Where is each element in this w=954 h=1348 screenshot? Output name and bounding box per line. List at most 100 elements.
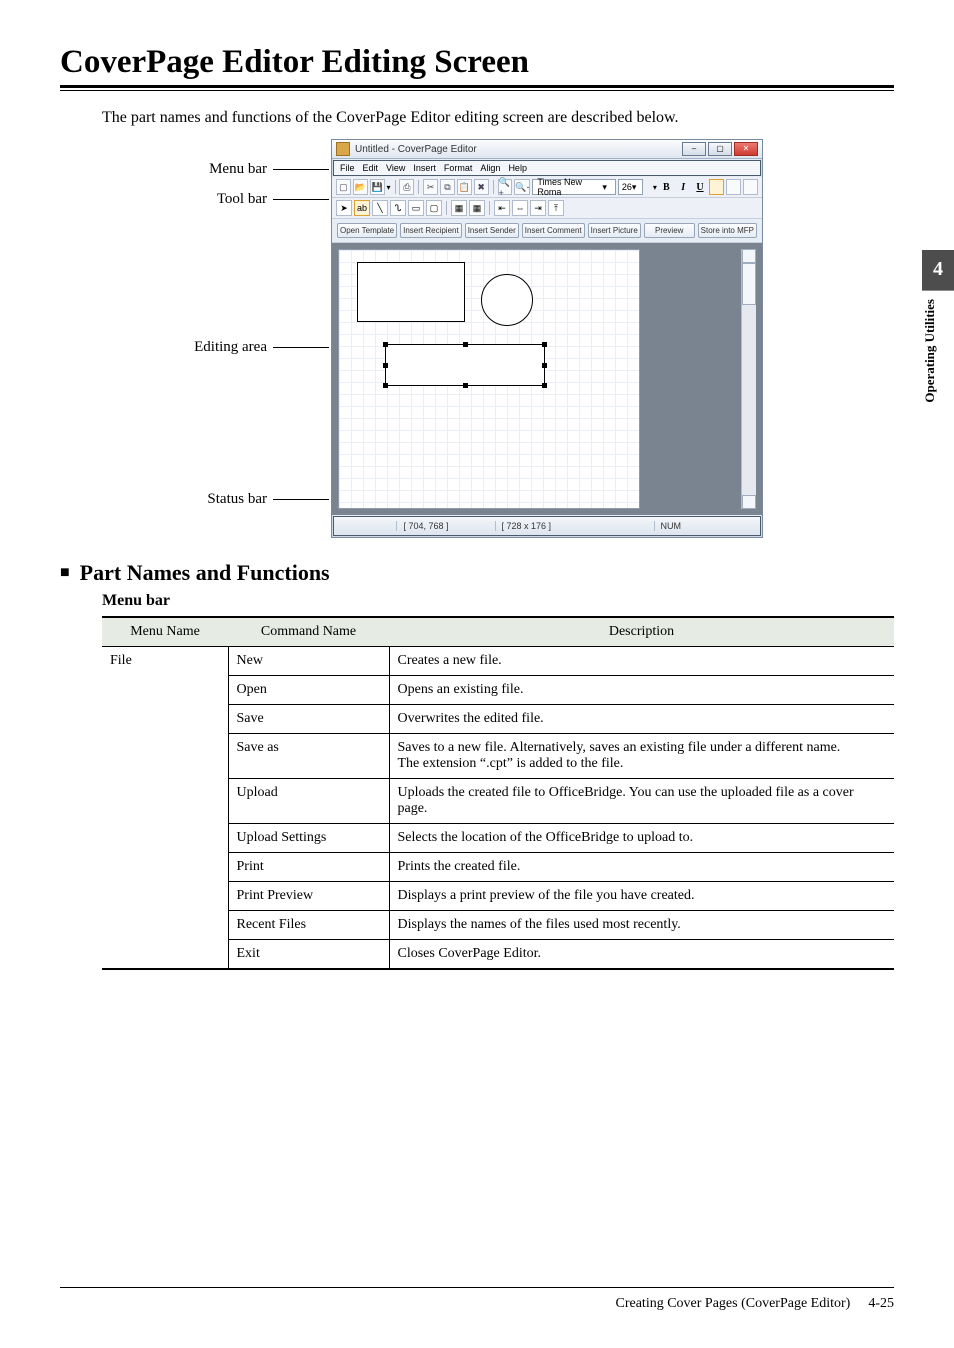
bring-front-icon[interactable]: ▦ [451, 200, 467, 216]
italic-button[interactable]: I [676, 179, 691, 195]
print-icon[interactable]: ⎙ [399, 179, 414, 195]
minimize-button[interactable]: – [682, 142, 706, 156]
insert-recipient-button[interactable]: Insert Recipient [400, 223, 462, 238]
cmd-save-as: Save as [228, 734, 389, 779]
insert-picture-button[interactable]: Insert Picture [588, 223, 641, 238]
open-template-button[interactable]: Open Template [337, 223, 397, 238]
menu-view[interactable]: View [386, 163, 405, 173]
label-editing-area: Editing area [194, 339, 329, 356]
align-top-icon[interactable]: ⤒ [548, 200, 564, 216]
save-icon[interactable]: 💾 [370, 179, 385, 195]
col-menu-name: Menu Name [102, 617, 228, 647]
underline-button[interactable]: U [693, 179, 708, 195]
col-command-name: Command Name [228, 617, 389, 647]
file-menu-table: Menu Name Command Name Description File … [102, 616, 894, 970]
label-menu-bar: Menu bar [209, 161, 329, 178]
desc-new: Creates a new file. [389, 647, 894, 676]
align-right-button[interactable] [743, 179, 758, 195]
font-dropdown[interactable]: Times New Roma ▾ [532, 179, 615, 195]
scroll-thumb[interactable] [742, 263, 756, 305]
label-status-bar: Status bar [207, 491, 329, 508]
cmd-new: New [228, 647, 389, 676]
shape-circle[interactable] [481, 274, 533, 326]
desc-upload-settings: Selects the location of the OfficeBridge… [389, 824, 894, 853]
preview-button[interactable]: Preview [644, 223, 695, 238]
line-tool[interactable]: ╲ [372, 200, 388, 216]
vertical-scrollbar[interactable] [741, 249, 756, 509]
chapter-number: 4 [922, 250, 954, 291]
cmd-exit: Exit [228, 940, 389, 970]
desc-save-as: Saves to a new file. Alternatively, save… [389, 734, 894, 779]
paste-icon[interactable]: 📋 [457, 179, 472, 195]
scroll-down-icon[interactable] [742, 495, 756, 509]
align-center-button[interactable] [726, 179, 741, 195]
status-bar: [ 704, 768 ] [ 728 x 176 ] NUM [333, 516, 761, 536]
desc-print: Prints the created file. [389, 853, 894, 882]
cmd-upload: Upload [228, 779, 389, 824]
insert-comment-button[interactable]: Insert Comment [522, 223, 585, 238]
menu-file[interactable]: File [340, 163, 355, 173]
insert-sender-button[interactable]: Insert Sender [465, 223, 519, 238]
zoom-in-icon[interactable]: 🔍+ [498, 179, 513, 195]
page-footer: Creating Cover Pages (CoverPage Editor) … [60, 1287, 894, 1312]
rounded-rect-tool[interactable]: ▢ [426, 200, 442, 216]
maximize-button[interactable]: ▢ [708, 142, 732, 156]
desc-open: Opens an existing file. [389, 676, 894, 705]
align-left-icon[interactable]: ⇤ [494, 200, 510, 216]
editing-canvas[interactable] [332, 243, 762, 515]
font-size-dropdown[interactable]: 26 ▾ [618, 179, 644, 195]
status-num: NUM [654, 521, 688, 531]
menu-format[interactable]: Format [444, 163, 473, 173]
freeform-tool[interactable]: ᔐ [390, 200, 406, 216]
section-heading: ■Part Names and Functions [60, 560, 894, 586]
footer-page: 4-25 [868, 1296, 894, 1312]
send-back-icon[interactable]: ▦ [469, 200, 485, 216]
align-right-icon[interactable]: ⇥ [530, 200, 546, 216]
window-title: Untitled - CoverPage Editor [355, 144, 682, 155]
app-icon [336, 142, 350, 156]
align-center-icon[interactable]: ⇔ [512, 200, 528, 216]
cut-icon[interactable]: ✂ [423, 179, 438, 195]
shape-rect-selected[interactable] [385, 344, 545, 386]
desc-save: Overwrites the edited file. [389, 705, 894, 734]
copy-icon[interactable]: ⧉ [440, 179, 455, 195]
bold-button[interactable]: B [659, 179, 674, 195]
delete-icon[interactable]: ✖ [474, 179, 489, 195]
shape-rect-1[interactable] [357, 262, 465, 322]
desc-print-preview: Displays a print preview of the file you… [389, 882, 894, 911]
pointer-tool[interactable]: ➤ [336, 200, 352, 216]
align-left-button[interactable] [709, 179, 724, 195]
desc-upload: Uploads the created file to OfficeBridge… [389, 779, 894, 824]
intro-text: The part names and functions of the Cove… [102, 109, 894, 127]
col-description: Description [389, 617, 894, 647]
menu-bar: File Edit View Insert Format Align Help [333, 160, 761, 176]
open-icon[interactable]: 📂 [353, 179, 368, 195]
cmd-print-preview: Print Preview [228, 882, 389, 911]
cmd-open: Open [228, 676, 389, 705]
menu-align[interactable]: Align [480, 163, 500, 173]
desc-recent-files: Displays the names of the files used mos… [389, 911, 894, 940]
chapter-text: Operating Utilities [922, 291, 954, 411]
cmd-save: Save [228, 705, 389, 734]
desc-exit: Closes CoverPage Editor. [389, 940, 894, 970]
text-tool[interactable]: ab [354, 200, 370, 216]
zoom-out-icon[interactable]: 🔍- [514, 179, 530, 195]
menu-edit[interactable]: Edit [363, 163, 379, 173]
label-tool-bar: Tool bar [217, 191, 329, 208]
title-bar: Untitled - CoverPage Editor – ▢ ✕ [332, 140, 762, 159]
close-button[interactable]: ✕ [734, 142, 758, 156]
rect-tool[interactable]: ▭ [408, 200, 424, 216]
table-title: Menu bar [102, 592, 894, 610]
new-icon[interactable]: ▢ [336, 179, 351, 195]
footer-text: Creating Cover Pages (CoverPage Editor) [616, 1296, 851, 1312]
drawing-toolbar: ➤ ab ╲ ᔐ ▭ ▢ ▦ ▦ ⇤ ⇔ ⇥ ⤒ [332, 198, 762, 219]
action-button-row: Open Template Insert Recipient Insert Se… [332, 219, 762, 243]
menu-insert[interactable]: Insert [413, 163, 436, 173]
menu-name-file: File [102, 647, 228, 970]
store-into-mfp-button[interactable]: Store into MFP [698, 223, 757, 238]
page-title: CoverPage Editor Editing Screen [60, 44, 894, 81]
page-paper[interactable] [338, 249, 640, 509]
scroll-up-icon[interactable] [742, 249, 756, 263]
status-coords: [ 704, 768 ] [396, 521, 454, 531]
menu-help[interactable]: Help [508, 163, 527, 173]
